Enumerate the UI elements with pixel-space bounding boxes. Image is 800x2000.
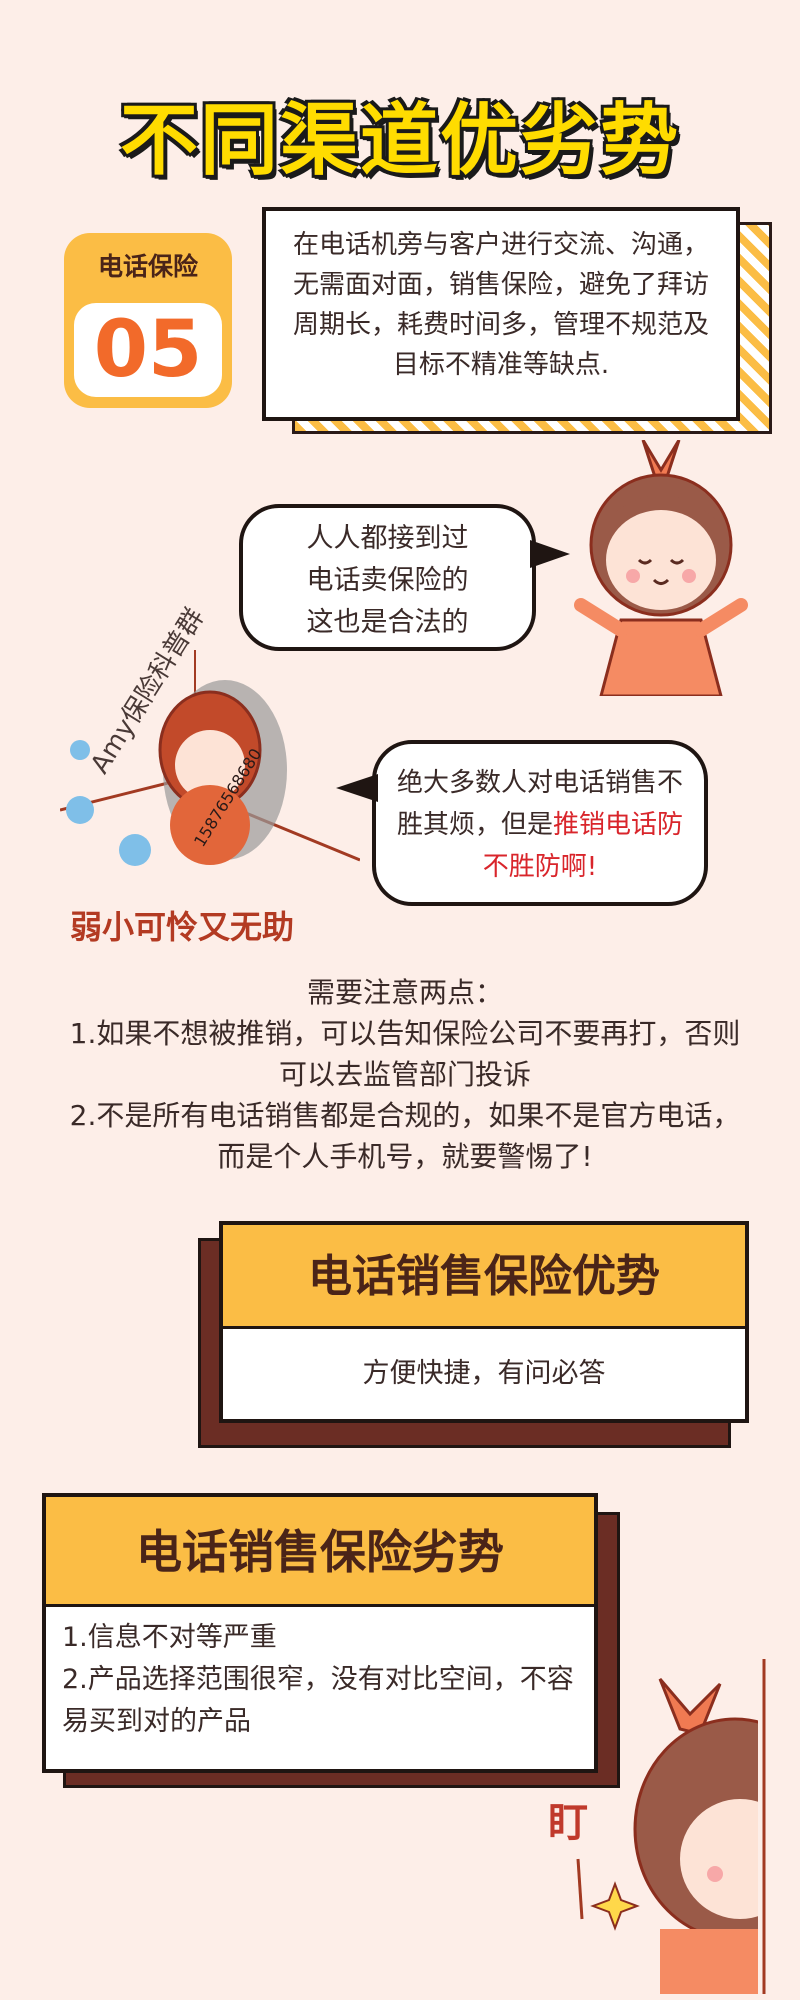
- sad-caption: 弱小可怜又无助: [70, 908, 295, 946]
- bubble-line: 电话卖保险的: [306, 565, 469, 596]
- disadvantages-card: 电话销售保险劣势 1.信息不对等严重 2.产品选择范围很窄，没有对比空间，不容易…: [42, 1493, 598, 1773]
- intro-text-box: 在电话机旁与客户进行交流、沟通，无需面对面，销售保险，避免了拜访周期长，耗费时间…: [262, 207, 740, 421]
- speech-bubble-1: 人人都接到过 电话卖保险的 这也是合法的: [239, 504, 570, 651]
- disadvantages-body: 1.信息不对等严重 2.产品选择范围很窄，没有对比空间，不容易买到对的产品: [46, 1607, 594, 1753]
- bubble-line: 人人都接到过: [306, 523, 469, 554]
- disadvantage-item: 1.信息不对等严重: [62, 1622, 277, 1653]
- bubble-tail: [336, 774, 378, 802]
- advantages-card: 电话销售保险优势 方便快捷，有问必答: [219, 1221, 749, 1423]
- channel-badge: 电话保险 05: [64, 233, 232, 408]
- notes-item: 2.不是所有电话销售都是合规的，如果不是官方电话，而是个人手机号，就要警惕了!: [69, 1099, 741, 1173]
- badge-label: 电话保险: [97, 252, 198, 281]
- notes-heading: 需要注意两点：: [306, 976, 503, 1009]
- advantages-body: 方便快捷，有问必答: [362, 1358, 606, 1389]
- advantages-title: 电话销售保险优势: [223, 1225, 745, 1329]
- badge-number: 05: [74, 303, 222, 397]
- notes-section: 需要注意两点： 1.如果不想被推销，可以告知保险公司不要再打，否则可以去监管部门…: [60, 972, 750, 1177]
- disadvantage-item: 2.产品选择范围很窄，没有对比空间，不容易买到对的产品: [62, 1664, 574, 1737]
- bubble-line: 这也是合法的: [306, 607, 469, 638]
- disadvantages-title: 电话销售保险劣势: [46, 1497, 594, 1607]
- peeking-girl-illustration: [576, 1659, 770, 1994]
- girl-shrugging-illustration: [574, 440, 748, 696]
- speech-bubble-2: 绝大多数人对电话销售不胜其烦，但是推销电话防不胜防啊!: [336, 740, 708, 906]
- page-title: 不同渠道优劣势: [119, 96, 680, 186]
- notes-item: 1.如果不想被推销，可以告知保险公司不要再打，否则可以去监管部门投诉: [69, 1017, 741, 1091]
